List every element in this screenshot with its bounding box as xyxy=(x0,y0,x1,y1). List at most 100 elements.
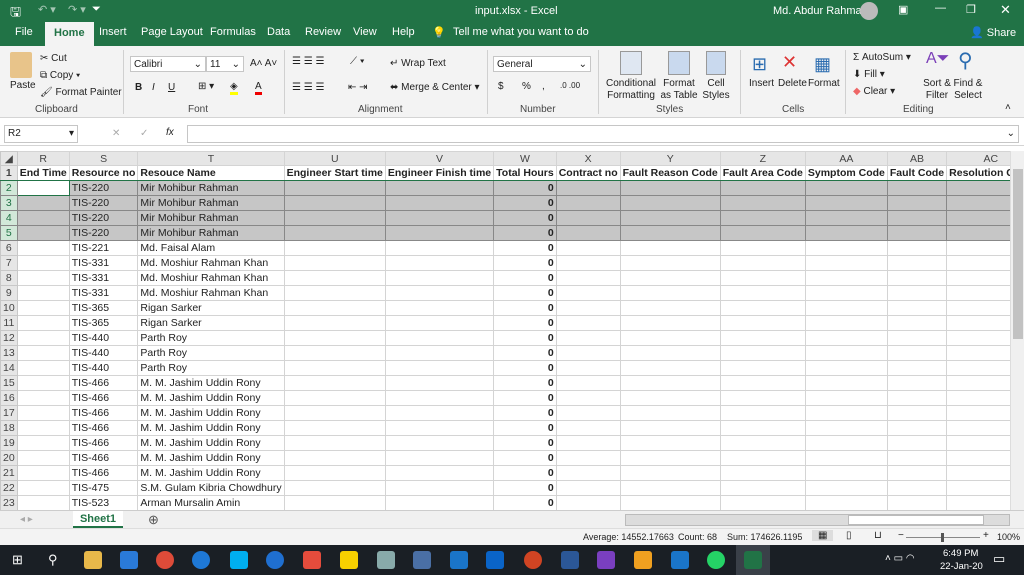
cell[interactable] xyxy=(555,405,621,421)
visual-studio-icon[interactable] xyxy=(597,551,615,569)
cell[interactable] xyxy=(886,300,948,316)
search-icon[interactable]: ⚲ xyxy=(48,552,58,568)
cell[interactable] xyxy=(719,495,806,510)
share-button[interactable]: 👤 Share xyxy=(970,26,1016,39)
row-header[interactable]: 6 xyxy=(0,240,18,256)
header-cell[interactable]: Fault Reason Code xyxy=(619,165,721,181)
column-header[interactable]: X xyxy=(555,151,621,166)
cell-resource-name[interactable]: Mir Mohibur Rahman xyxy=(137,195,285,211)
skype-icon[interactable] xyxy=(230,551,248,569)
cell-resource-name[interactable]: M. M. Jashim Uddin Rony xyxy=(137,390,285,406)
cell-total-hours[interactable]: 0 xyxy=(493,405,557,421)
cell[interactable] xyxy=(719,405,806,421)
row-header[interactable]: 20 xyxy=(0,450,18,466)
user-name[interactable]: Md. Abdur Rahman xyxy=(773,5,868,17)
column-header[interactable]: U xyxy=(283,151,386,166)
cell-resource-no[interactable]: TIS-466 xyxy=(68,465,139,481)
cell[interactable] xyxy=(283,300,386,316)
row-header[interactable]: 16 xyxy=(0,390,18,406)
cut-button[interactable]: ✂ Cut xyxy=(40,53,67,64)
find-select-button[interactable]: Find & Select xyxy=(952,78,984,102)
cell-resource-name[interactable]: Parth Roy xyxy=(137,345,285,361)
cell-total-hours[interactable]: 0 xyxy=(493,480,557,496)
cell[interactable] xyxy=(283,285,386,301)
cell-resource-no[interactable]: TIS-466 xyxy=(68,450,139,466)
cell[interactable] xyxy=(283,375,386,391)
uipath-studio-icon[interactable] xyxy=(671,551,689,569)
cell-resource-no[interactable]: TIS-220 xyxy=(68,210,139,226)
clock-time[interactable]: 6:49 PM xyxy=(943,548,978,559)
cell[interactable] xyxy=(384,195,495,211)
cell-total-hours[interactable]: 0 xyxy=(493,435,557,451)
cell[interactable] xyxy=(886,225,948,241)
new-sheet-button[interactable]: ⊕ xyxy=(148,512,159,528)
cell[interactable] xyxy=(886,270,948,286)
cell-resource-name[interactable]: Rigan Sarker xyxy=(137,300,285,316)
cell-resource-name[interactable]: M. M. Jashim Uddin Rony xyxy=(137,420,285,436)
notifications-icon[interactable]: ▭ xyxy=(993,551,1005,567)
row-header[interactable]: 13 xyxy=(0,345,18,361)
cell[interactable] xyxy=(384,225,495,241)
cell-resource-no[interactable]: TIS-466 xyxy=(68,390,139,406)
row-header[interactable]: 8 xyxy=(0,270,18,286)
fill-color-icon[interactable]: ◈ xyxy=(230,81,238,95)
cell[interactable] xyxy=(886,255,948,271)
cell[interactable] xyxy=(384,255,495,271)
anydesk-icon[interactable] xyxy=(303,551,321,569)
page-break-view-button[interactable]: ⊔ xyxy=(874,530,882,541)
cell[interactable] xyxy=(804,330,888,346)
cell[interactable] xyxy=(555,315,621,331)
row-header[interactable]: 1 xyxy=(0,165,18,181)
cell-resource-name[interactable]: Mir Mohibur Rahman xyxy=(137,180,285,196)
cell[interactable] xyxy=(719,195,806,211)
tab-file[interactable]: File xyxy=(15,26,33,38)
cell[interactable] xyxy=(719,480,806,496)
cell-resource-no[interactable]: TIS-466 xyxy=(68,420,139,436)
cell-resource-name[interactable]: Md. Moshiur Rahman Khan xyxy=(137,285,285,301)
tab-data[interactable]: Data xyxy=(267,26,290,38)
minimize-button[interactable]: — xyxy=(935,2,946,14)
cell[interactable] xyxy=(619,420,721,436)
cell[interactable] xyxy=(283,195,386,211)
cell-end-time[interactable] xyxy=(16,495,70,510)
cell-resource-no[interactable]: TIS-220 xyxy=(68,195,139,211)
cell[interactable] xyxy=(555,255,621,271)
cell-resource-name[interactable]: Md. Moshiur Rahman Khan xyxy=(137,270,285,286)
cell-end-time[interactable] xyxy=(16,450,70,466)
cell[interactable] xyxy=(619,345,721,361)
cell[interactable] xyxy=(384,240,495,256)
cell[interactable] xyxy=(886,375,948,391)
zoom-slider-thumb[interactable] xyxy=(941,533,944,542)
column-header[interactable]: V xyxy=(384,151,495,166)
cell-end-time[interactable] xyxy=(16,195,70,211)
header-cell[interactable]: Contract no xyxy=(555,165,621,181)
cell[interactable] xyxy=(886,195,948,211)
column-header[interactable]: S xyxy=(68,151,139,166)
cell[interactable] xyxy=(619,435,721,451)
zoom-out-button[interactable]: − xyxy=(898,530,904,541)
cell-resource-name[interactable]: Md. Faisal Alam xyxy=(137,240,285,256)
sheet-tab-sheet1[interactable]: Sheet1 xyxy=(73,511,123,528)
cell-resource-name[interactable]: Parth Roy xyxy=(137,360,285,376)
cell[interactable] xyxy=(619,465,721,481)
cell[interactable] xyxy=(384,495,495,510)
tray-icons[interactable]: ˄ ▭ ◠ xyxy=(885,553,915,564)
cell[interactable] xyxy=(555,420,621,436)
cancel-icon[interactable]: ✕ xyxy=(112,128,120,139)
onedrive-icon[interactable] xyxy=(266,551,284,569)
format-button[interactable]: Format xyxy=(808,78,840,89)
column-header[interactable]: Y xyxy=(619,151,721,166)
cell-styles-button[interactable]: Cell Styles xyxy=(700,78,732,102)
cell[interactable] xyxy=(804,255,888,271)
row-header[interactable]: 4 xyxy=(0,210,18,226)
zoom-in-button[interactable]: + xyxy=(983,530,989,541)
header-cell[interactable]: Total Hours xyxy=(493,165,557,181)
cell[interactable] xyxy=(804,345,888,361)
cell-resource-no[interactable]: TIS-440 xyxy=(68,330,139,346)
remote-desktop-icon[interactable] xyxy=(413,551,431,569)
cell[interactable] xyxy=(886,360,948,376)
vertical-align-icons[interactable]: ☰ ☰ ☰ xyxy=(292,56,324,67)
cell[interactable] xyxy=(555,210,621,226)
app-icon[interactable] xyxy=(377,551,395,569)
delete-button[interactable]: Delete xyxy=(778,78,807,89)
